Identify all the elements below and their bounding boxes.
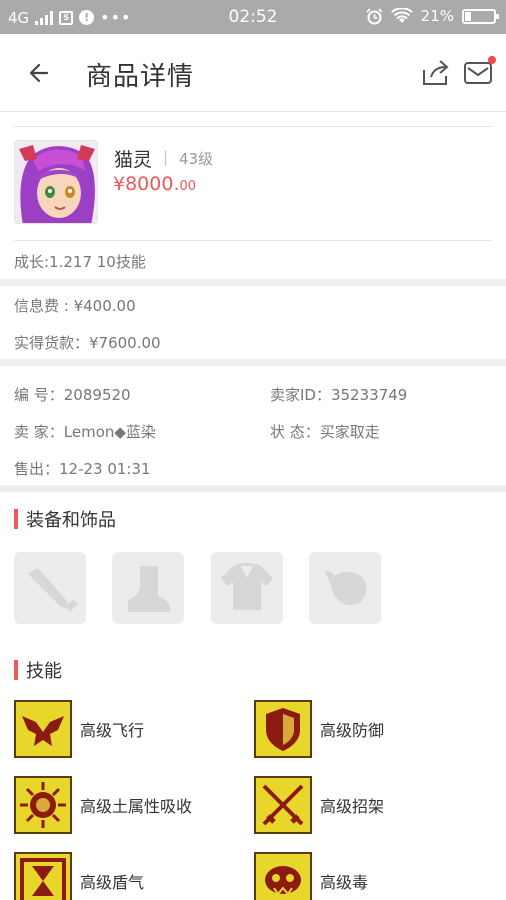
earth-icon [14,776,72,834]
skill-label: 高级招架 [320,797,385,816]
back-arrow-icon[interactable] [22,56,56,90]
battery-icon [462,8,499,24]
order-status: 状 态：买家取走 [270,423,380,441]
poison-icon [254,852,312,900]
alarm-icon [366,7,383,24]
shield-icon [254,700,312,758]
skill-item[interactable]: 高级土属性吸收 [14,776,192,834]
skill-label: 高级防御 [320,721,385,740]
skill-label: 高级盾气 [80,873,145,892]
skill-item[interactable]: 高级招架 [254,776,384,834]
name-separator: | [163,148,169,166]
wifi-icon [390,8,413,23]
skill-item[interactable]: 高级防御 [254,700,384,758]
skill-item[interactable]: 高级毒 [254,852,368,900]
share-icon[interactable] [420,58,452,88]
divider [14,240,492,241]
price-cents: 00 [179,179,197,194]
section-gap [0,279,506,286]
section-marker [14,509,18,529]
equipment-title: 装备和饰品 [26,510,116,531]
serial-number: 编 号：2089520 [14,386,131,404]
actual-payment: 实得货款：¥7600.00 [14,334,161,352]
info-fee: 信息费 : ¥400.00 [14,297,136,315]
accessory-slot-icon[interactable] [309,552,381,624]
skill-label: 高级毒 [320,873,369,892]
skill-item[interactable]: 高级盾气 [14,852,144,900]
weapon-slot-icon[interactable] [14,552,86,624]
equipment-section-title: 装备和饰品 [14,508,116,531]
boots-slot-icon[interactable] [112,552,184,624]
nav-header: 商品详情 [0,34,506,112]
seller-id: 卖家ID：35233749 [270,386,408,404]
skills-title: 技能 [26,661,62,682]
armor-slot-icon[interactable] [211,552,283,624]
growth-info: 成长:1.217 10技能 [14,253,146,271]
battery-fill [465,11,471,21]
skills-section-title: 技能 [14,659,62,682]
notification-dot [488,56,496,64]
section-gap [0,359,506,366]
pet-avatar [14,140,98,224]
eagle-icon [14,700,72,758]
price-main: ¥8000. [113,173,180,195]
pet-name: 猫灵 [114,149,153,171]
section-marker [14,660,18,680]
section-gap [0,485,506,492]
status-right: 21% [366,7,499,25]
hourglass-icon [14,852,72,900]
skill-label: 高级土属性吸收 [80,797,193,816]
divider [14,126,492,127]
battery-percent: 21% [420,7,454,25]
skill-item[interactable]: 高级飞行 [14,700,144,758]
page-title: 商品详情 [86,62,195,92]
pet-level: 43级 [179,150,214,168]
price: ¥8000.00 [113,173,196,195]
crossed-swords-icon [254,776,312,834]
seller-name: 卖 家：Lemon◆蓝染 [14,423,156,441]
sold-time: 售出：12-23 01:31 [14,460,151,478]
status-bar: 4G S ! ••• 02:52 21% [0,0,506,34]
skill-label: 高级飞行 [80,721,145,740]
